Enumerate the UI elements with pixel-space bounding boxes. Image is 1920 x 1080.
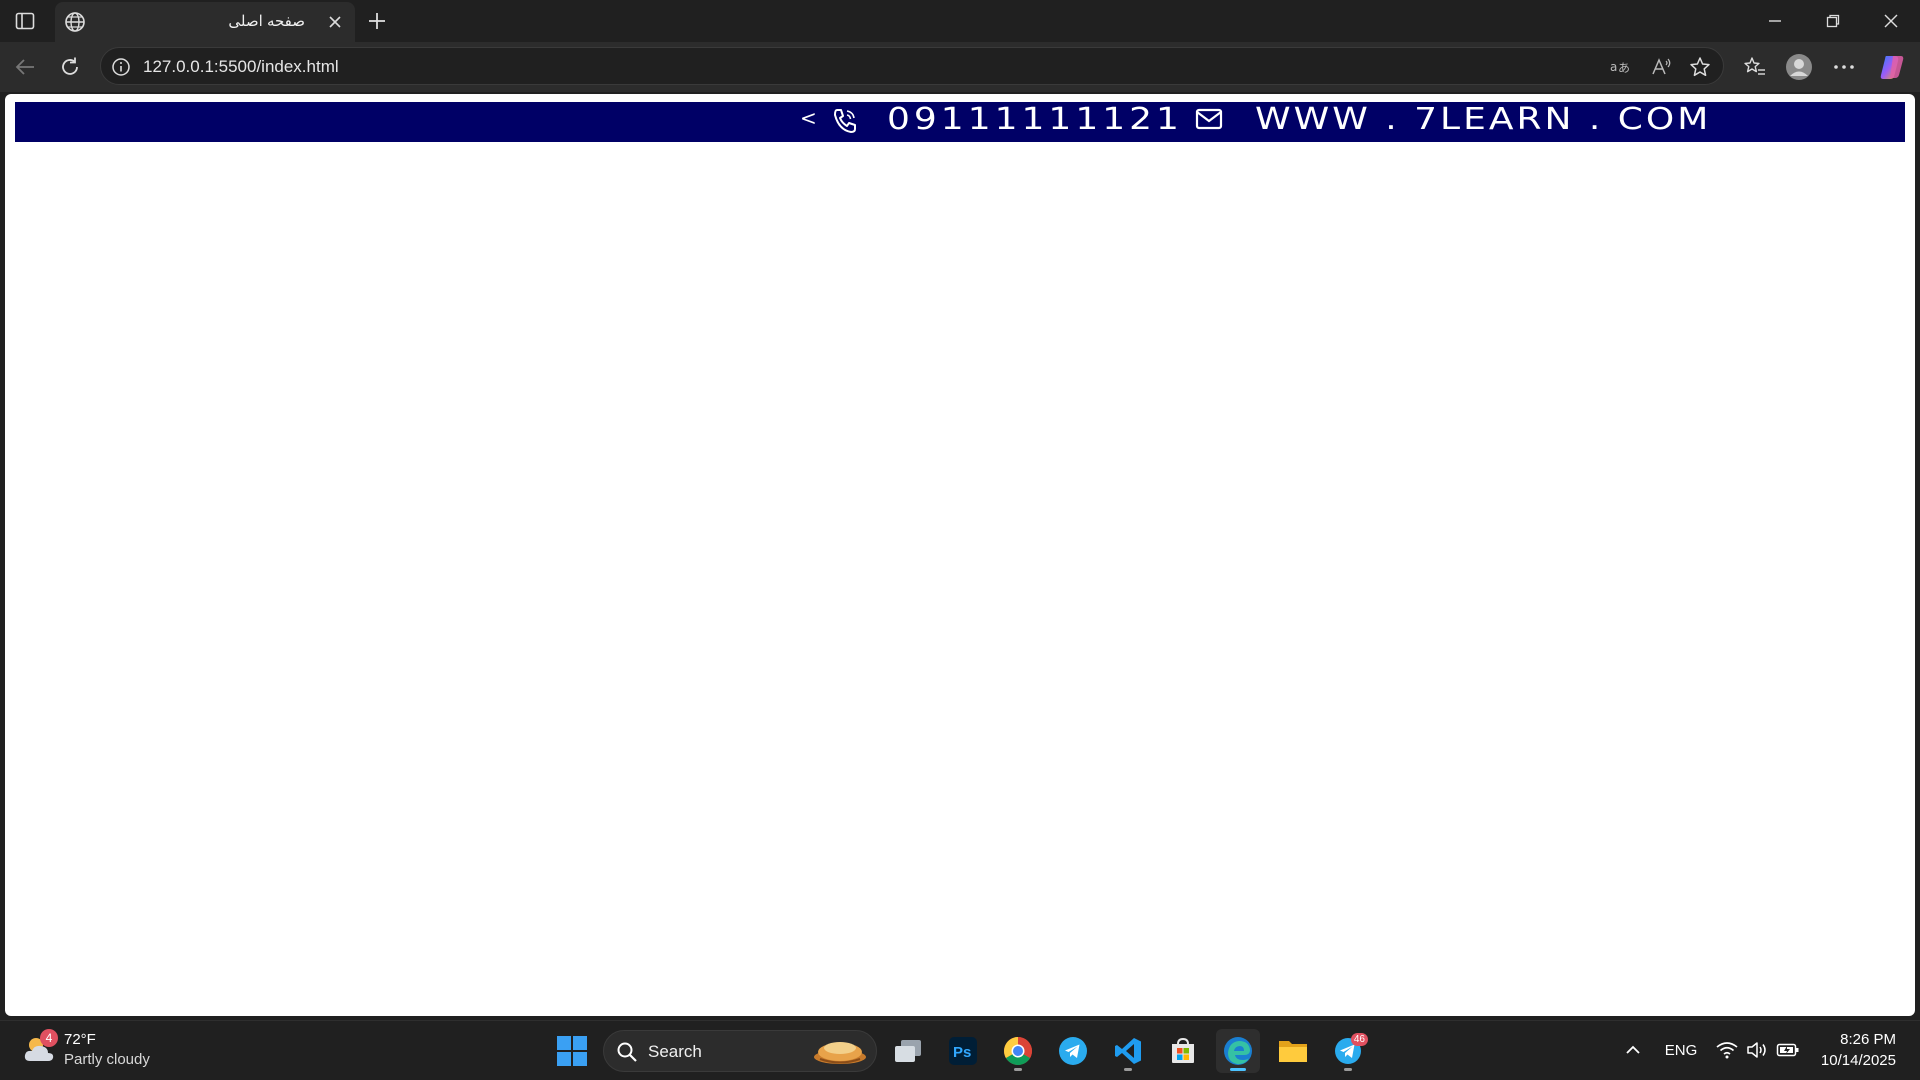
site-info-icon[interactable]: [111, 57, 131, 77]
task-view-button[interactable]: [886, 1029, 930, 1073]
more-options-icon[interactable]: [1828, 52, 1860, 82]
close-window-button[interactable]: [1862, 0, 1920, 42]
banner-phone-number: 09111111121: [887, 102, 1183, 137]
browser-toolbar: 127.0.0.1:5500/index.html aあ: [0, 42, 1920, 92]
address-bar[interactable]: 127.0.0.1:5500/index.html aあ: [100, 47, 1724, 85]
favorites-icon[interactable]: [1739, 52, 1771, 82]
tab-title: صفحه اصلی: [228, 13, 305, 30]
language-indicator[interactable]: ENG: [1660, 1035, 1702, 1065]
file-explorer-icon[interactable]: [1271, 1029, 1315, 1073]
search-highlight-pie-icon: [810, 1035, 870, 1067]
tab-actions-icon[interactable]: [10, 8, 40, 34]
copilot-icon[interactable]: [1876, 52, 1908, 82]
svg-text:あ: あ: [1618, 61, 1630, 75]
svg-text:a: a: [1610, 60, 1617, 74]
refresh-button[interactable]: [55, 52, 85, 82]
phone-icon: [831, 107, 859, 135]
telegram-desktop-icon[interactable]: 46: [1326, 1029, 1370, 1073]
running-indicator: [1344, 1068, 1352, 1071]
edge-app-icon[interactable]: [1216, 1029, 1260, 1073]
microsoft-store-icon[interactable]: [1161, 1029, 1205, 1073]
page-viewport: < 09111111121 WWW . 7LEARN . COM: [5, 94, 1915, 1016]
notification-badge: 46: [1350, 1033, 1368, 1046]
windows-taskbar: 4 72°F Partly cloudy Search Ps 46 ENG 8:…: [0, 1020, 1920, 1080]
photoshop-app-icon[interactable]: Ps: [941, 1029, 985, 1073]
profile-avatar-icon[interactable]: [1783, 52, 1815, 82]
clock-date[interactable]: 10/14/2025: [1821, 1052, 1896, 1069]
translate-icon[interactable]: aあ: [1608, 55, 1634, 79]
vscode-app-icon[interactable]: [1106, 1029, 1150, 1073]
search-icon: [616, 1041, 638, 1063]
battery-icon[interactable]: [1774, 1035, 1802, 1065]
close-tab-icon[interactable]: [325, 12, 345, 32]
start-button[interactable]: [550, 1029, 594, 1073]
weather-condition[interactable]: Partly cloudy: [64, 1051, 150, 1068]
read-aloud-icon[interactable]: [1648, 55, 1674, 79]
chevron-up-icon[interactable]: [1618, 1035, 1648, 1065]
svg-text:Ps: Ps: [953, 1044, 971, 1061]
active-app-indicator: [1230, 1068, 1246, 1071]
wifi-icon[interactable]: [1714, 1035, 1740, 1065]
weather-alert-badge: 4: [40, 1029, 58, 1047]
chrome-app-icon[interactable]: [996, 1029, 1040, 1073]
browser-tab-active[interactable]: صفحه اصلی: [55, 2, 355, 42]
search-label: Search: [648, 1042, 702, 1061]
minimize-button[interactable]: [1746, 0, 1804, 42]
clock-time[interactable]: 8:26 PM: [1840, 1031, 1896, 1048]
header-banner: < 09111111121 WWW . 7LEARN . COM: [15, 102, 1905, 142]
url-text[interactable]: 127.0.0.1:5500/index.html: [143, 57, 339, 77]
taskbar-search[interactable]: Search: [603, 1030, 877, 1072]
restore-button[interactable]: [1804, 0, 1862, 42]
mail-icon: [1195, 108, 1223, 130]
telegram-app-icon[interactable]: [1051, 1029, 1095, 1073]
banner-website[interactable]: WWW . 7LEARN . COM: [1255, 102, 1711, 137]
globe-icon: [63, 10, 87, 34]
browser-titlebar: صفحه اصلی: [0, 0, 1920, 42]
banner-chevron[interactable]: <: [800, 106, 817, 130]
new-tab-button[interactable]: [364, 8, 390, 34]
running-indicator: [1124, 1068, 1132, 1071]
volume-icon[interactable]: [1744, 1035, 1770, 1065]
weather-temperature[interactable]: 72°F: [64, 1031, 96, 1048]
favorite-star-icon[interactable]: [1687, 55, 1713, 79]
running-indicator: [1014, 1068, 1022, 1071]
back-button[interactable]: [10, 52, 40, 82]
